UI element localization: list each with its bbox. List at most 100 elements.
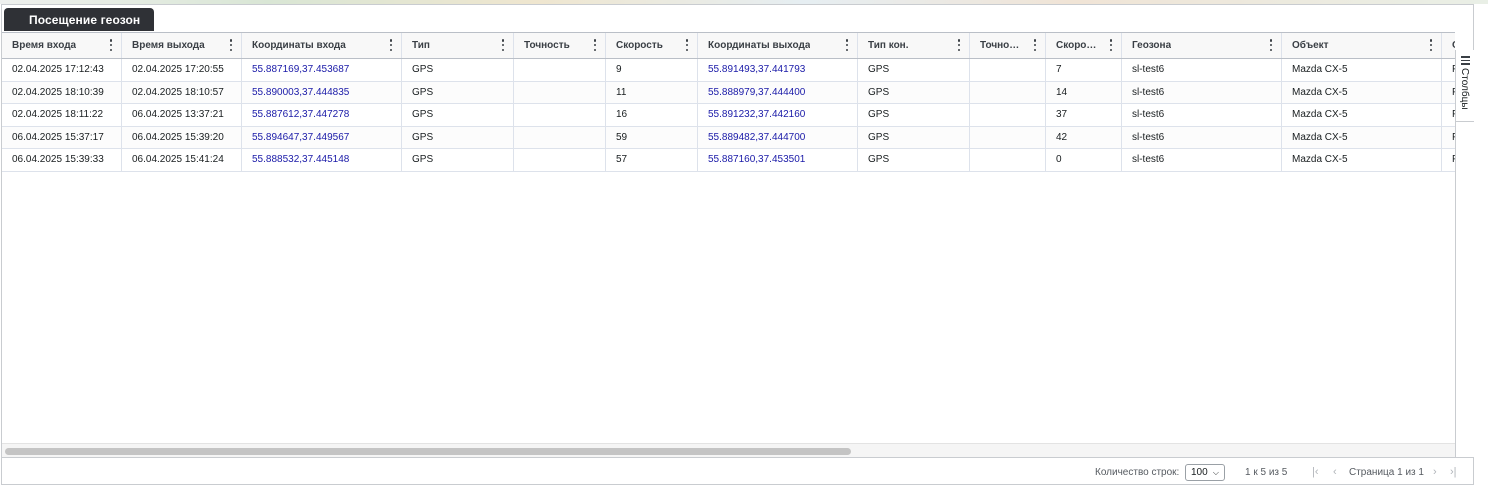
columns-menu-icon xyxy=(1461,56,1470,65)
side-bar-rail xyxy=(1455,122,1474,457)
column-menu-icon[interactable] xyxy=(1429,39,1433,51)
columns-label: Столбцы xyxy=(1459,68,1470,110)
range-text: 1 к 5 из 5 xyxy=(1245,466,1288,478)
column-header-label: Тип xyxy=(412,40,430,51)
table-cell: Mazda CX-5 xyxy=(1282,59,1442,81)
coordinates-link[interactable]: 55.889482,37.444700 xyxy=(698,126,858,148)
table-cell: GPS xyxy=(858,59,970,81)
columns-side-button[interactable]: Столбцы xyxy=(1455,50,1474,122)
column-header-label: Скорость xyxy=(616,40,663,51)
column-menu-icon[interactable] xyxy=(957,39,961,51)
table-cell: 06.04.2025 15:37:17 xyxy=(2,126,122,148)
table-cell xyxy=(514,104,606,126)
coordinates-link[interactable]: 55.891232,37.442160 xyxy=(698,104,858,126)
page-text: Страница 1 из 1 xyxy=(1349,466,1424,478)
column-menu-icon[interactable] xyxy=(389,39,393,51)
table-cell: 42 xyxy=(1046,126,1122,148)
table-cell: 0 xyxy=(1046,149,1122,171)
column-header[interactable]: Точность xyxy=(514,33,606,58)
table-cell: P xyxy=(1442,59,1455,81)
column-menu-icon[interactable] xyxy=(229,39,233,51)
table-cell: 02.04.2025 18:11:22 xyxy=(2,104,122,126)
tab-geozone-visits[interactable]: Посещение геозон xyxy=(4,8,154,31)
column-header-label: Время выхода xyxy=(132,40,205,51)
coordinates-link[interactable]: 55.891493,37.441793 xyxy=(698,59,858,81)
column-header[interactable]: Скорость xyxy=(606,33,698,58)
table-cell: GPS xyxy=(858,81,970,103)
coordinates-link[interactable]: 55.888532,37.445148 xyxy=(242,149,402,171)
column-menu-icon[interactable] xyxy=(501,39,505,51)
coordinates-link[interactable]: 55.887160,37.453501 xyxy=(698,149,858,171)
column-header[interactable]: Время входа xyxy=(2,33,122,58)
scrollbar-thumb[interactable] xyxy=(5,448,851,455)
table-cell xyxy=(970,104,1046,126)
table-cell: 06.04.2025 15:39:33 xyxy=(2,149,122,171)
table-row[interactable]: 02.04.2025 17:12:43 02.04.2025 17:20:55 55… xyxy=(2,59,1455,82)
table-cell: GPS xyxy=(402,81,514,103)
column-menu-icon[interactable] xyxy=(593,39,597,51)
table-row[interactable]: 02.04.2025 18:10:39 02.04.2025 18:10:57 55… xyxy=(2,81,1455,104)
table-cell: 9 xyxy=(606,59,698,81)
table-cell: Mazda CX-5 xyxy=(1282,104,1442,126)
coordinates-link[interactable]: 55.887169,37.453687 xyxy=(242,59,402,81)
column-header[interactable]: Скоро… xyxy=(1046,33,1122,58)
table-cell: 06.04.2025 15:39:20 xyxy=(122,126,242,148)
column-menu-icon[interactable] xyxy=(845,39,849,51)
next-page-icon[interactable]: › xyxy=(1433,458,1437,486)
table-row[interactable]: 06.04.2025 15:37:17 06.04.2025 15:39:20 55… xyxy=(2,126,1455,149)
table-cell: 11 xyxy=(606,81,698,103)
column-header[interactable]: Время выхода xyxy=(122,33,242,58)
column-header[interactable]: О xyxy=(1442,33,1455,58)
table-row[interactable]: 06.04.2025 15:39:33 06.04.2025 15:41:24 55… xyxy=(2,149,1455,172)
table-cell: P xyxy=(1442,104,1455,126)
column-header-label: Геозона xyxy=(1132,40,1172,51)
table-cell: 57 xyxy=(606,149,698,171)
column-header[interactable]: Тип кон. xyxy=(858,33,970,58)
table-cell: GPS xyxy=(402,149,514,171)
table-cell: P xyxy=(1442,127,1455,149)
table-cell: 06.04.2025 15:41:24 xyxy=(122,149,242,171)
coordinates-link[interactable]: 55.894647,37.449567 xyxy=(242,126,402,148)
column-menu-icon[interactable] xyxy=(685,39,689,51)
column-menu-icon[interactable] xyxy=(109,39,113,51)
last-page-icon[interactable]: ›| xyxy=(1450,458,1457,486)
table-cell xyxy=(970,149,1046,171)
column-menu-icon[interactable] xyxy=(1269,39,1273,51)
column-header[interactable]: Объект xyxy=(1282,33,1442,58)
table-cell: sl-test6 xyxy=(1122,149,1282,171)
prev-page-icon[interactable]: ‹ xyxy=(1333,458,1337,486)
table-cell xyxy=(514,126,606,148)
column-menu-icon[interactable] xyxy=(1109,39,1113,51)
column-header[interactable]: Точно… xyxy=(970,33,1046,58)
column-header-label: Скоро… xyxy=(1056,40,1097,51)
column-header[interactable]: Координаты выхода xyxy=(698,33,858,58)
first-page-icon[interactable]: |‹ xyxy=(1312,458,1319,486)
table-row[interactable]: 02.04.2025 18:11:22 06.04.2025 13:37:21 55… xyxy=(2,104,1455,127)
table-cell: GPS xyxy=(858,149,970,171)
table-cell: GPS xyxy=(858,126,970,148)
column-header[interactable]: Координаты входа xyxy=(242,33,402,58)
coordinates-link[interactable]: 55.888979,37.444400 xyxy=(698,81,858,103)
coordinates-link[interactable]: 55.887612,37.447278 xyxy=(242,104,402,126)
column-menu-icon[interactable] xyxy=(1033,39,1037,51)
table-cell: sl-test6 xyxy=(1122,59,1282,81)
column-header-label: Тип кон. xyxy=(868,40,909,51)
table-cell xyxy=(514,59,606,81)
coordinates-link[interactable]: 55.890003,37.444835 xyxy=(242,81,402,103)
table-cell: 14 xyxy=(1046,81,1122,103)
table-cell: 7 xyxy=(1046,59,1122,81)
table-cell xyxy=(970,126,1046,148)
column-header[interactable]: Тип xyxy=(402,33,514,58)
column-header[interactable]: Геозона xyxy=(1122,33,1282,58)
table-cell: Mazda CX-5 xyxy=(1282,126,1442,148)
column-header-label: Точность xyxy=(524,40,570,51)
column-header-label: Точно… xyxy=(980,40,1020,51)
table-cell xyxy=(970,81,1046,103)
table-cell xyxy=(970,59,1046,81)
rows-per-page-select[interactable]: 100 ⌵ xyxy=(1185,464,1225,481)
table-cell: GPS xyxy=(402,126,514,148)
column-header-label: Время входа xyxy=(12,40,77,51)
column-header-label: Объект xyxy=(1292,40,1329,51)
horizontal-scrollbar[interactable] xyxy=(2,443,1455,457)
pagination-footer: Количество строк: 100 ⌵ 1 к 5 из 5 |‹ ‹ … xyxy=(2,457,1473,485)
